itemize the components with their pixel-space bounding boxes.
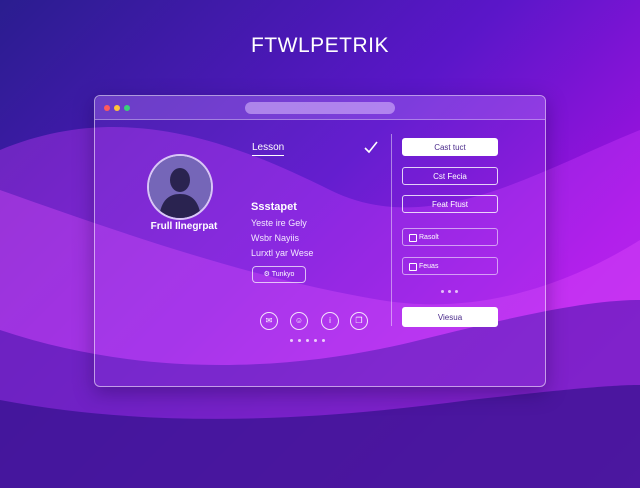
chat-icon[interactable]: ✉ xyxy=(260,312,278,330)
detail-line-1: Yeste ire Gely xyxy=(251,218,307,228)
sidebar-item-feuas[interactable]: Feuas xyxy=(402,257,498,275)
more-dot[interactable] xyxy=(455,290,458,293)
app-window: Frull Ilnegrpat Lesson Ssstapet Yeste ir… xyxy=(94,95,546,387)
bottom-action-button[interactable]: Viesua xyxy=(402,307,498,327)
profile-name: Frull Ilnegrpat xyxy=(150,221,218,232)
person-silhouette-icon xyxy=(149,156,211,218)
lesson-title: Lesson xyxy=(252,142,285,156)
window-titlebar xyxy=(95,96,545,120)
close-window-button[interactable] xyxy=(104,105,110,111)
minimize-window-button[interactable] xyxy=(114,105,120,111)
more-dot[interactable] xyxy=(441,290,444,293)
address-bar[interactable] xyxy=(245,102,395,114)
info-icon[interactable]: i xyxy=(321,312,339,330)
badge-icon[interactable]: ☺ xyxy=(290,312,308,330)
column-divider xyxy=(391,134,392,326)
secondary-action-button[interactable]: Cst Fecia xyxy=(402,167,498,185)
checkmark-icon[interactable] xyxy=(363,139,379,155)
avatar[interactable] xyxy=(147,154,213,220)
copy-icon[interactable]: ❐ xyxy=(350,312,368,330)
detail-line-3: Lurxtl yar Wese xyxy=(251,248,314,258)
page-title: FTWLPETRIK xyxy=(250,34,389,57)
more-dot[interactable] xyxy=(448,290,451,293)
pager-dot[interactable] xyxy=(290,339,293,342)
chip-icon: ⚙ xyxy=(263,271,272,278)
detail-line-2: Wsbr Nayiis xyxy=(251,233,300,243)
sidebar-item-result[interactable]: Rasolt xyxy=(402,228,498,246)
pager-dot[interactable] xyxy=(298,339,301,342)
tertiary-action-button[interactable]: Feat Ftust xyxy=(402,195,498,213)
pager-dot[interactable] xyxy=(322,339,325,342)
sidebar-item-label: Feuas xyxy=(419,263,439,270)
pager-dot[interactable] xyxy=(314,339,317,342)
primary-action-button[interactable]: Cast tuct xyxy=(402,138,498,156)
document-icon xyxy=(409,234,417,242)
maximize-window-button[interactable] xyxy=(124,105,130,111)
tag-chip[interactable]: ⚙ Tunkyo xyxy=(252,266,306,283)
document-icon xyxy=(409,263,417,271)
pager-dot[interactable] xyxy=(306,339,309,342)
section-title: Ssstapet xyxy=(251,201,297,213)
sidebar-item-label: Rasolt xyxy=(419,234,439,241)
chip-label: Tunkyo xyxy=(271,271,295,278)
